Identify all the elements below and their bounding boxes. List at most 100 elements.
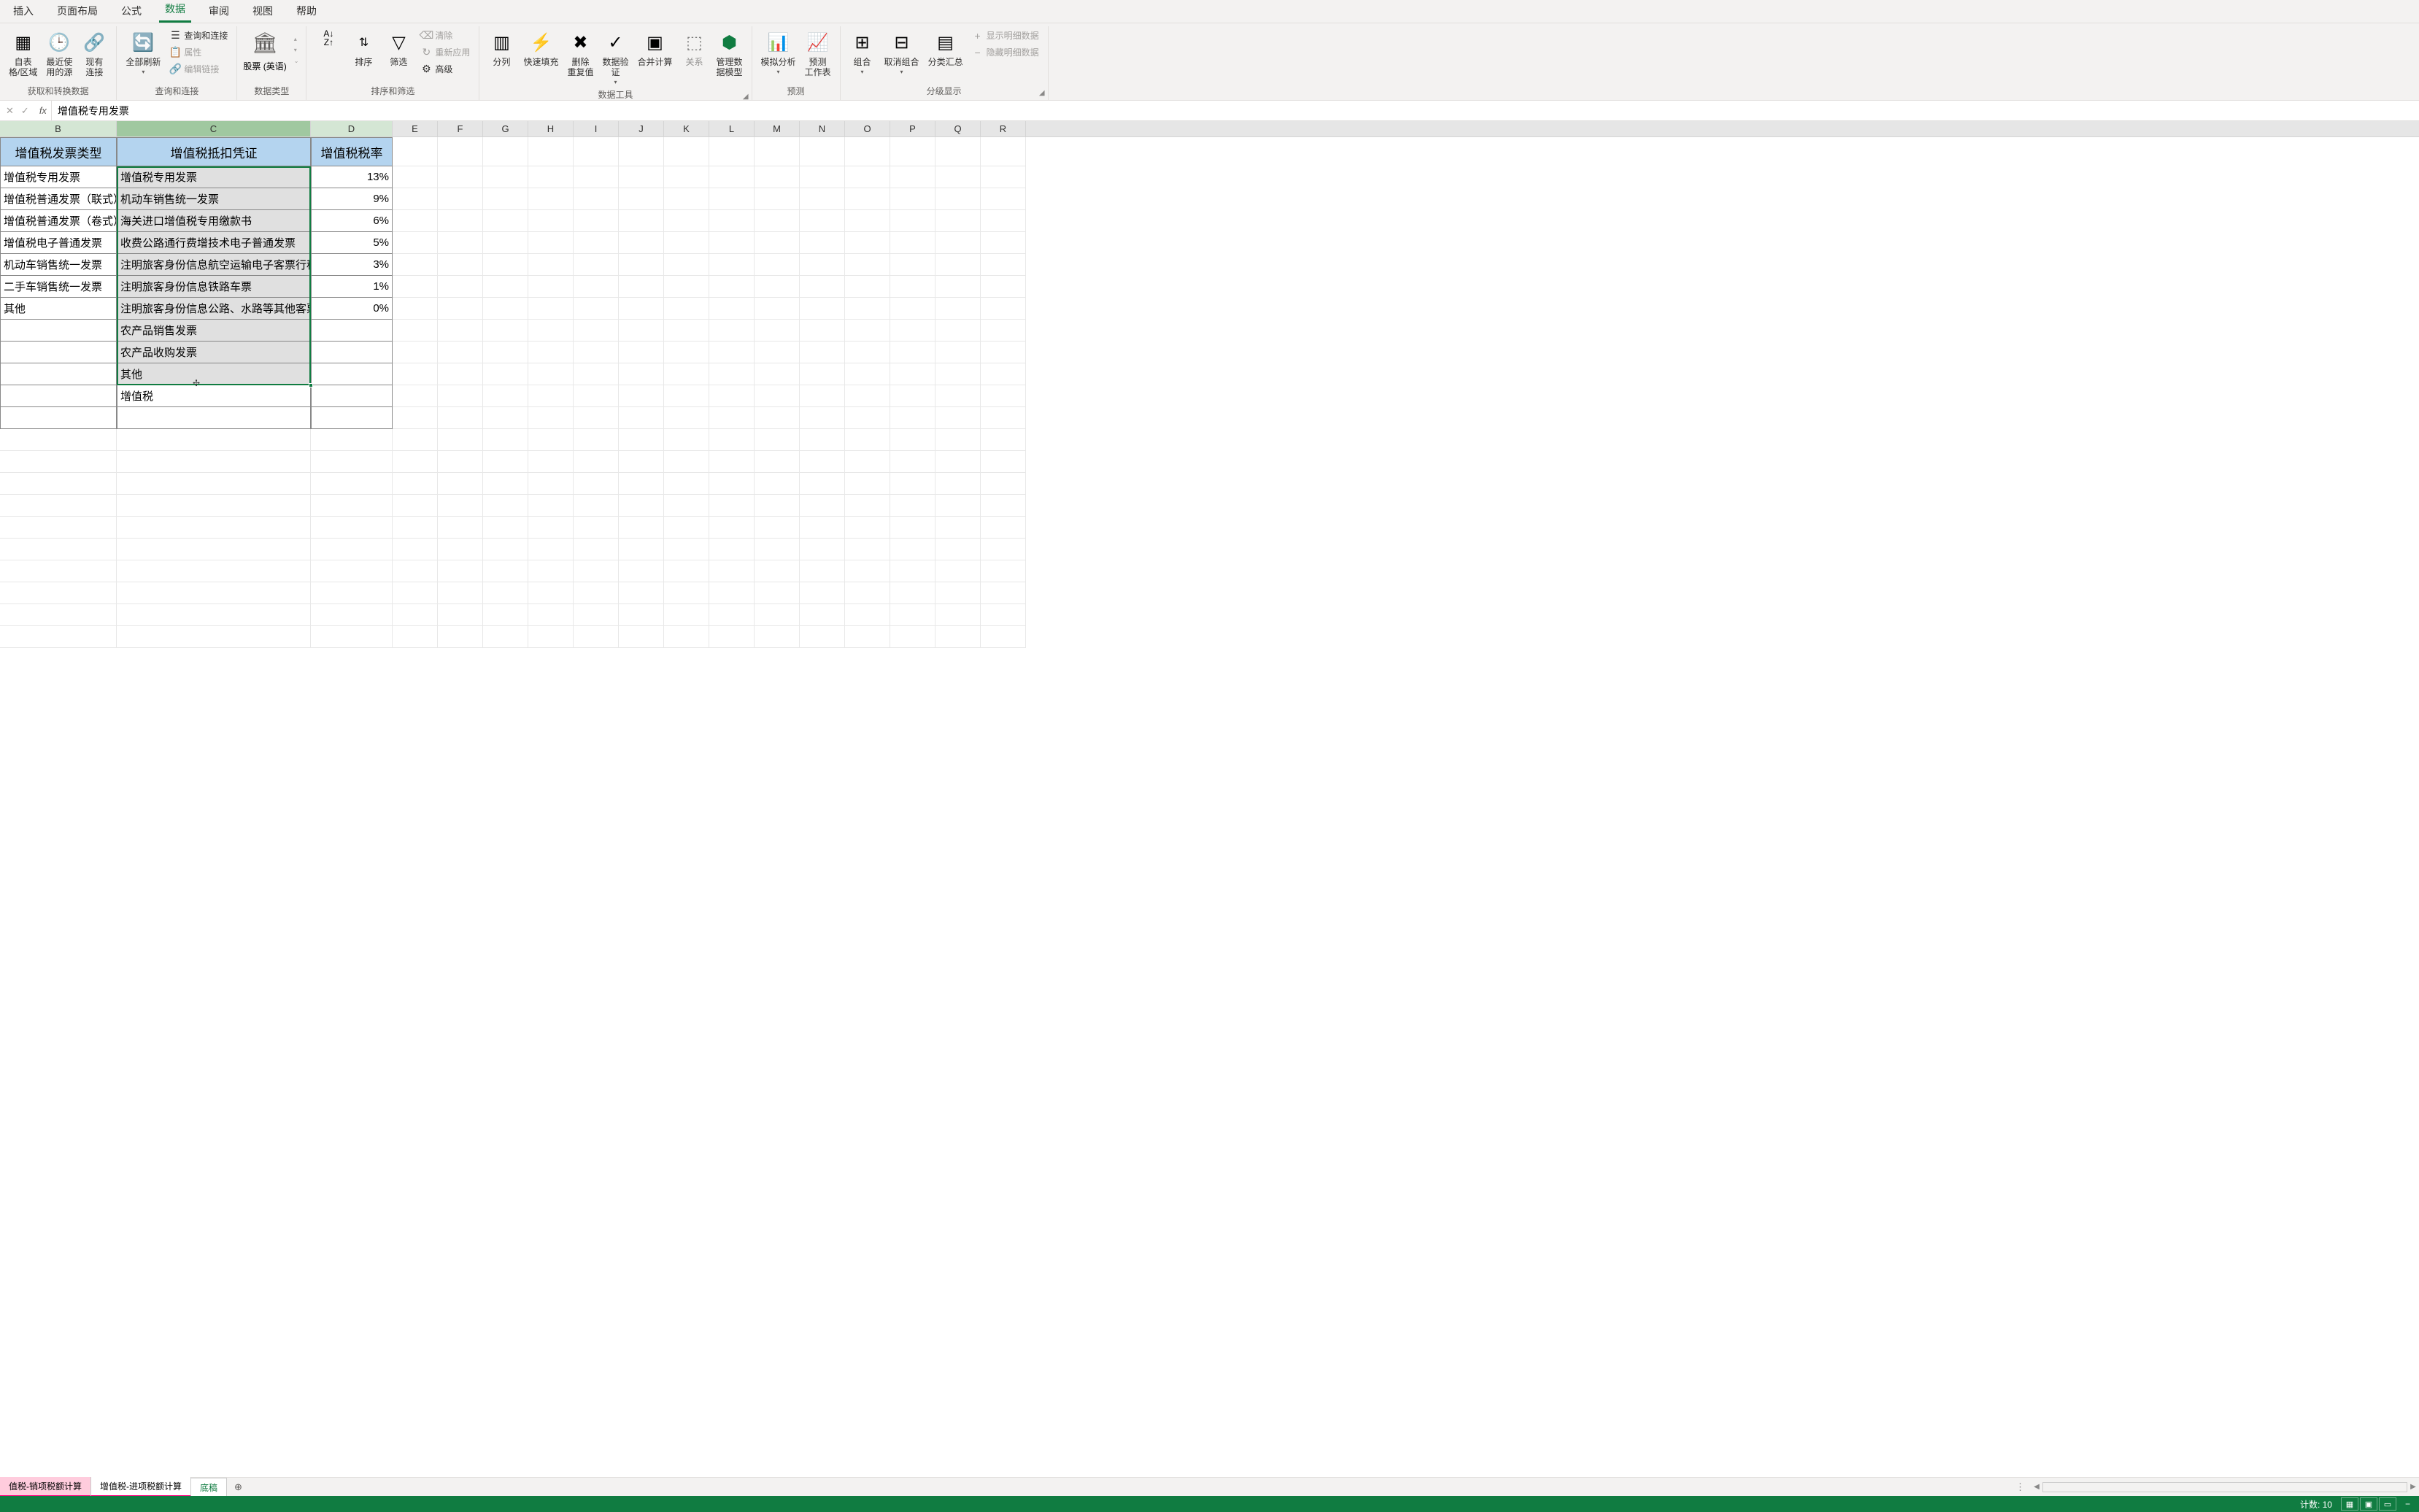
cell[interactable]: [890, 604, 935, 626]
sheet-tab-1[interactable]: 值税-销项税额计算: [0, 1476, 91, 1497]
cell[interactable]: [845, 517, 890, 539]
cell[interactable]: [981, 363, 1026, 385]
cell[interactable]: [845, 276, 890, 298]
cell[interactable]: [438, 188, 483, 210]
cell[interactable]: [619, 137, 664, 166]
cell[interactable]: [528, 276, 574, 298]
cell[interactable]: [709, 137, 755, 166]
cell[interactable]: [709, 320, 755, 342]
cell[interactable]: [528, 210, 574, 232]
cell[interactable]: [438, 539, 483, 560]
cell[interactable]: [528, 604, 574, 626]
cell[interactable]: [709, 188, 755, 210]
cell[interactable]: [483, 232, 528, 254]
cell-d[interactable]: [311, 342, 393, 363]
cell-c[interactable]: 其他: [117, 363, 311, 385]
cell[interactable]: [664, 342, 709, 363]
cell[interactable]: [619, 604, 664, 626]
cell[interactable]: [619, 276, 664, 298]
cell[interactable]: [800, 254, 845, 276]
cell[interactable]: [890, 188, 935, 210]
accept-icon[interactable]: ✓: [21, 105, 29, 117]
col-header-g[interactable]: G: [483, 121, 528, 136]
cell[interactable]: [393, 276, 438, 298]
cell-c[interactable]: 注明旅客身份信息航空运输电子客票行程: [117, 254, 311, 276]
cell[interactable]: [393, 451, 438, 473]
cell[interactable]: [800, 473, 845, 495]
cell[interactable]: [981, 429, 1026, 451]
cell-b[interactable]: 增值税电子普通发票: [0, 232, 117, 254]
subtotal-button[interactable]: ▤ 分类汇总: [925, 28, 966, 69]
cell-c[interactable]: 海关进口增值税专用缴款书: [117, 210, 311, 232]
cell[interactable]: [755, 495, 800, 517]
cell[interactable]: [619, 166, 664, 188]
cell[interactable]: [393, 385, 438, 407]
cell[interactable]: [117, 604, 311, 626]
cell[interactable]: [664, 254, 709, 276]
cell[interactable]: [664, 210, 709, 232]
cell[interactable]: [709, 407, 755, 429]
cell[interactable]: [619, 473, 664, 495]
cell[interactable]: [574, 298, 619, 320]
cell[interactable]: [574, 232, 619, 254]
cell[interactable]: [800, 385, 845, 407]
cell[interactable]: [619, 298, 664, 320]
properties-button[interactable]: 📋 属性: [166, 45, 231, 60]
cell[interactable]: [664, 604, 709, 626]
cell[interactable]: [664, 626, 709, 648]
scroll-right-button[interactable]: ▶: [2407, 1483, 2419, 1491]
cell[interactable]: [935, 166, 981, 188]
cell[interactable]: [709, 298, 755, 320]
cell[interactable]: [890, 626, 935, 648]
col-header-i[interactable]: I: [574, 121, 619, 136]
cell[interactable]: [619, 451, 664, 473]
cell[interactable]: [574, 626, 619, 648]
cell[interactable]: [709, 254, 755, 276]
cell[interactable]: [483, 604, 528, 626]
cell[interactable]: [664, 320, 709, 342]
cell[interactable]: [483, 517, 528, 539]
cell[interactable]: [935, 210, 981, 232]
cell[interactable]: [483, 495, 528, 517]
cell[interactable]: [890, 451, 935, 473]
sheet-scroll-grip[interactable]: ⋮: [2010, 1481, 2031, 1493]
cell[interactable]: [709, 451, 755, 473]
cell[interactable]: [528, 539, 574, 560]
cell[interactable]: [528, 342, 574, 363]
sheet-tab-3[interactable]: 底稿: [191, 1478, 227, 1497]
recent-sources-button[interactable]: 🕒 最近使 用的源: [43, 28, 75, 79]
cell[interactable]: [483, 188, 528, 210]
cell[interactable]: [800, 582, 845, 604]
cell[interactable]: [574, 320, 619, 342]
cell[interactable]: [664, 495, 709, 517]
cell[interactable]: [393, 298, 438, 320]
cell[interactable]: [845, 626, 890, 648]
cell[interactable]: [528, 320, 574, 342]
cell[interactable]: [664, 429, 709, 451]
cell[interactable]: [528, 166, 574, 188]
cell[interactable]: [483, 137, 528, 166]
cell-c[interactable]: 收费公路通行费增技术电子普通发票: [117, 232, 311, 254]
cell[interactable]: [438, 137, 483, 166]
cell[interactable]: [845, 210, 890, 232]
cell[interactable]: [845, 137, 890, 166]
cell[interactable]: [117, 560, 311, 582]
cell[interactable]: [845, 582, 890, 604]
cell[interactable]: [709, 385, 755, 407]
cell[interactable]: [935, 276, 981, 298]
cell[interactable]: [619, 407, 664, 429]
cell[interactable]: [890, 363, 935, 385]
cell[interactable]: [574, 407, 619, 429]
cell[interactable]: [619, 582, 664, 604]
cell[interactable]: [311, 582, 393, 604]
cell[interactable]: [528, 495, 574, 517]
cell[interactable]: [117, 473, 311, 495]
cell[interactable]: [393, 188, 438, 210]
zoom-out-button[interactable]: −: [2405, 1499, 2410, 1509]
cell[interactable]: [845, 232, 890, 254]
cell-b[interactable]: 其他: [0, 298, 117, 320]
col-header-k[interactable]: K: [664, 121, 709, 136]
cell[interactable]: [483, 539, 528, 560]
hide-detail-button[interactable]: − 隐藏明细数据: [969, 45, 1042, 60]
cell[interactable]: [574, 166, 619, 188]
